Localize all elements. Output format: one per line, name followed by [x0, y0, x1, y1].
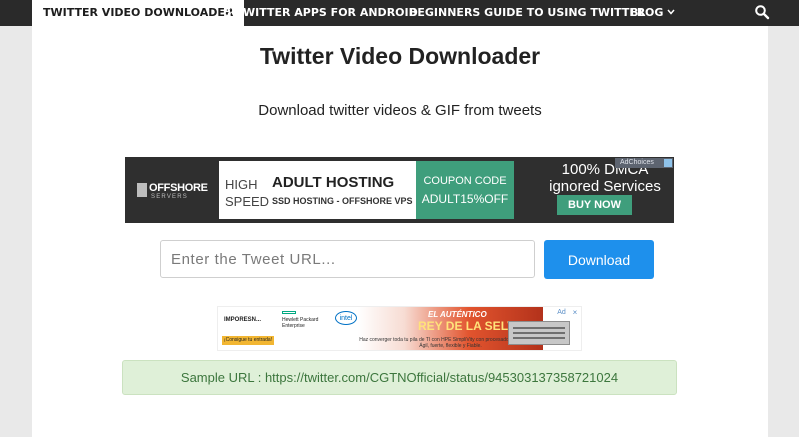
ad-coupon-line1: COUPON CODE	[423, 175, 507, 187]
ad-dmca-line2: ignored Services	[549, 178, 661, 195]
logo-sub: SERVERS	[151, 194, 188, 200]
nav-item-twitter-apps-android[interactable]: 5 TWITTER APPS FOR ANDROID	[224, 0, 418, 26]
ad-banner-hpe[interactable]: IMPORESN... ¡Consigue tu entrada! Hewlet…	[217, 306, 582, 351]
chevron-down-icon	[667, 0, 675, 26]
ad-coupon-panel: COUPON CODE ADULT15%OFF	[416, 161, 514, 219]
nav-item-blog-label: BLOG	[630, 6, 664, 19]
nav-item-beginners-guide[interactable]: BEGINNERS GUIDE TO USING TWITTER	[409, 0, 645, 26]
ad2-brand-button[interactable]: ¡Consigue tu entrada!	[222, 336, 274, 345]
ad-headline: ADULT HOSTING	[272, 174, 395, 191]
ad2-headline-top: EL AUTÉNTICO	[428, 310, 487, 319]
hpe-logo: Hewlett Packard Enterprise	[282, 311, 330, 335]
download-button[interactable]: Download	[544, 240, 654, 279]
ad-coupon-line2: ADULT15%OFF	[421, 192, 509, 206]
hpe-logo-icon	[282, 311, 296, 314]
intel-logo: intel	[335, 311, 357, 325]
hpe-logo-text: Hewlett Packard Enterprise	[282, 317, 319, 329]
server-image	[508, 321, 570, 345]
offshore-servers-logo: OFFSHORE SERVERS	[131, 168, 211, 212]
ad2-brand-name: IMPORESN...	[224, 317, 262, 323]
ad-speed-line1: HIGH	[225, 177, 258, 192]
page-title: Twitter Video Downloader	[259, 43, 541, 69]
server-stripes	[513, 327, 565, 329]
ad-white-panel: HIGH SPEED ADULT HOSTING SSD HOSTING - O…	[219, 161, 416, 219]
tweet-url-input[interactable]	[160, 240, 535, 278]
adchoices-label: AdChoices	[620, 159, 654, 166]
ad-label: Ad	[555, 307, 568, 318]
top-navbar: TWITTER VIDEO DOWNLOADER 5 TWITTER APPS …	[0, 0, 799, 26]
ad-buy-now-button[interactable]: BUY NOW	[557, 195, 632, 215]
ad2-brand-block: IMPORESN... ¡Consigue tu entrada!	[220, 309, 280, 350]
ad-speed-line2: SPEED	[225, 194, 270, 209]
logo-word: OFFSHORE	[149, 182, 208, 194]
ad-banner-offshore-hosting[interactable]: OFFSHORE SERVERS HIGH SPEED ADULT HOSTIN…	[125, 157, 674, 223]
main-content: Twitter Video Downloader Download twitte…	[32, 26, 768, 437]
sample-url-box: Sample URL : https://twitter.com/CGTNOff…	[122, 360, 677, 395]
nav-item-blog[interactable]: BLOG	[630, 0, 675, 26]
adchoices-icon	[664, 159, 672, 167]
logo-mark-icon	[137, 183, 147, 197]
search-icon[interactable]	[754, 4, 770, 20]
adchoices-badge[interactable]: AdChoices	[615, 158, 673, 168]
ad-subline: SSD HOSTING - OFFSHORE VPS	[272, 196, 413, 206]
close-icon[interactable]: ×	[569, 307, 581, 318]
nav-item-twitter-video-downloader[interactable]: TWITTER VIDEO DOWNLOADER	[32, 0, 245, 26]
page-subtitle: Download twitter videos & GIF from tweet…	[258, 102, 542, 119]
